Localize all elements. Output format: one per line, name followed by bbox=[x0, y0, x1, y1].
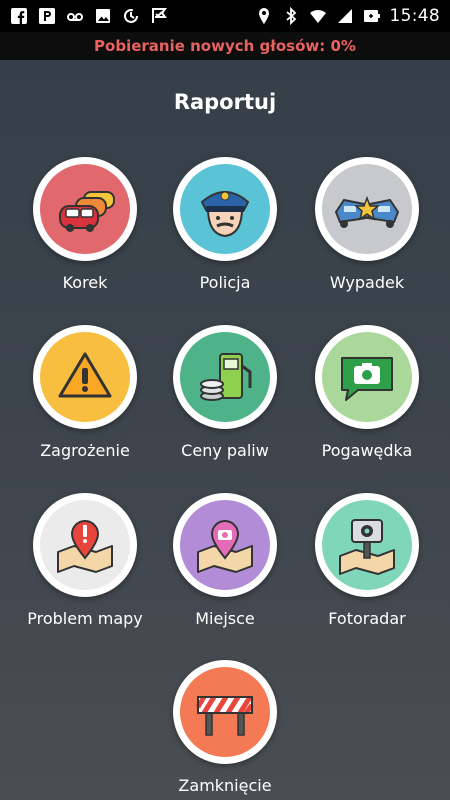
report-accident-button[interactable]: Wypadek bbox=[297, 157, 437, 307]
speed-camera-icon bbox=[322, 500, 412, 590]
tile-label: Wypadek bbox=[329, 273, 405, 292]
battery-icon bbox=[363, 7, 381, 25]
report-fuel-price-button[interactable]: Ceny paliw bbox=[155, 325, 295, 475]
report-road-closure-button[interactable]: Zamknięcie bbox=[155, 660, 295, 800]
tile-label: Miejsce bbox=[195, 609, 255, 628]
location-icon bbox=[255, 7, 273, 25]
wifi-icon bbox=[309, 7, 327, 25]
map-problem-icon bbox=[40, 500, 130, 590]
tile-label: Ceny paliw bbox=[181, 441, 269, 460]
tile-label: Korek bbox=[62, 273, 108, 292]
clock: 15:48 bbox=[389, 6, 440, 26]
image-icon bbox=[94, 7, 112, 25]
parking-icon bbox=[38, 7, 56, 25]
report-place-button[interactable]: Miejsce bbox=[155, 493, 295, 643]
check-flag-icon bbox=[150, 7, 168, 25]
page-title: Raportuj bbox=[173, 90, 277, 114]
fuel-price-icon bbox=[180, 332, 270, 422]
police-icon bbox=[180, 164, 270, 254]
report-chat-button[interactable]: Pogawędka bbox=[297, 325, 437, 475]
report-panel: Raportuj Korek Policja Wypadek Zagrożeni… bbox=[0, 60, 450, 800]
status-bar: 15:48 bbox=[0, 0, 450, 32]
report-traffic-jam-button[interactable]: Korek bbox=[15, 157, 155, 307]
accident-icon bbox=[322, 164, 412, 254]
tile-label: Pogawędka bbox=[321, 441, 413, 460]
voice-download-banner: Pobieranie nowych głosów: 0% bbox=[0, 32, 450, 60]
road-closure-icon bbox=[180, 667, 270, 757]
tile-label: Policja bbox=[199, 273, 251, 292]
tile-label: Zamknięcie bbox=[178, 776, 272, 795]
facebook-icon bbox=[10, 7, 28, 25]
chat-camera-icon bbox=[322, 332, 412, 422]
tile-label: Problem mapy bbox=[27, 609, 143, 628]
signal-icon bbox=[336, 7, 354, 25]
report-speed-camera-button[interactable]: Fotoradar bbox=[297, 493, 437, 643]
place-icon bbox=[180, 500, 270, 590]
report-hazard-button[interactable]: Zagrożenie bbox=[15, 325, 155, 475]
report-police-button[interactable]: Policja bbox=[155, 157, 295, 307]
tile-label: Zagrożenie bbox=[40, 441, 130, 460]
tile-label: Fotoradar bbox=[328, 609, 406, 628]
hazard-icon bbox=[40, 332, 130, 422]
voicemail-icon bbox=[66, 7, 84, 25]
report-map-problem-button[interactable]: Problem mapy bbox=[15, 493, 155, 643]
sync-icon bbox=[122, 7, 140, 25]
bluetooth-icon bbox=[282, 7, 300, 25]
traffic-jam-icon bbox=[40, 164, 130, 254]
